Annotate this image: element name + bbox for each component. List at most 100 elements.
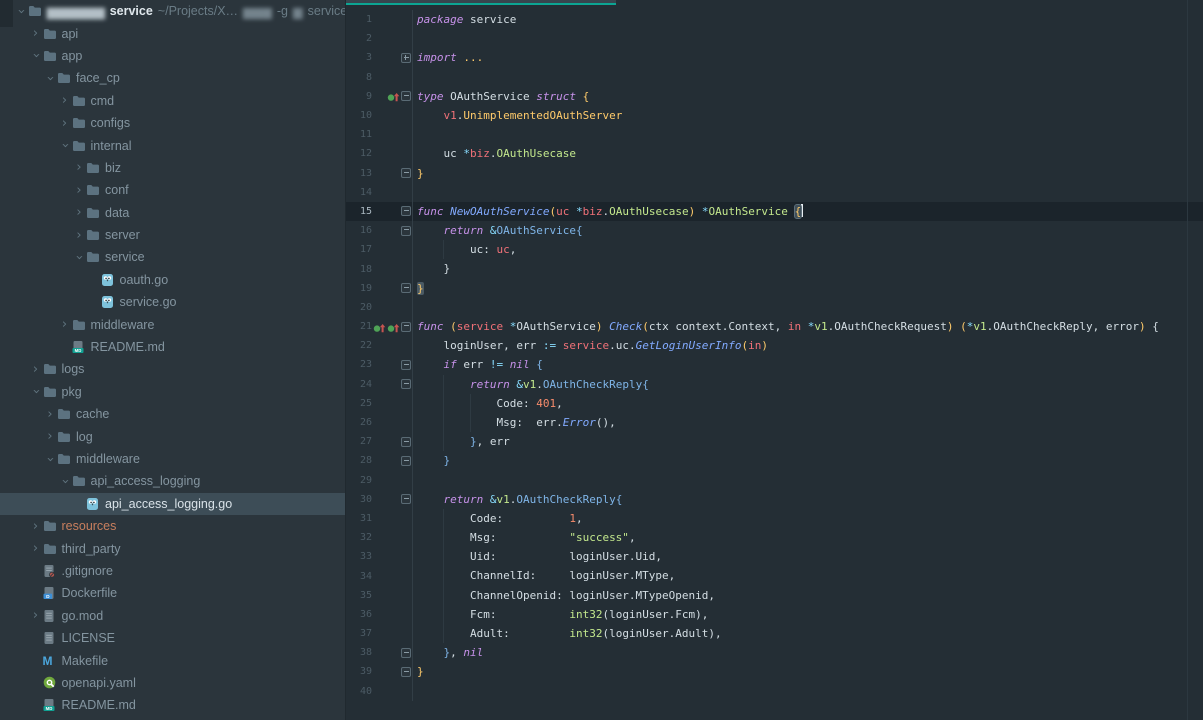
chevron-right-icon[interactable]: › — [72, 184, 86, 197]
fold-marker[interactable] — [401, 206, 411, 216]
chevron-down-icon[interactable]: › — [29, 49, 42, 63]
implements-icon[interactable] — [373, 321, 386, 333]
chevron-down-icon[interactable]: › — [15, 4, 28, 18]
chevron-down-icon[interactable]: › — [58, 474, 71, 488]
code-text[interactable]: Code: 401, — [413, 394, 1203, 413]
code-text[interactable]: }, nil — [413, 643, 1203, 662]
tree-item-oauth.go[interactable]: oauth.go — [0, 269, 345, 291]
code-text[interactable]: return &OAuthService{ — [413, 221, 1203, 240]
code-text[interactable]: }, err — [413, 432, 1203, 451]
tree-item-configs[interactable]: ›configs — [0, 112, 345, 134]
tree-item-internal[interactable]: ›internal — [0, 134, 345, 156]
tree-item-Dockerfile[interactable]: DDockerfile — [0, 582, 345, 604]
chevron-down-icon[interactable]: › — [44, 71, 57, 85]
chevron-down-icon[interactable]: › — [73, 250, 86, 264]
fold-expand-marker[interactable] — [401, 53, 411, 63]
code-text[interactable]: import ... — [413, 48, 1203, 67]
fold-marker[interactable] — [401, 494, 411, 504]
code-text[interactable]: v1.UnimplementedOAuthServer — [413, 106, 1203, 125]
code-text[interactable]: } — [413, 662, 1203, 681]
chevron-right-icon[interactable]: › — [58, 117, 72, 130]
chevron-right-icon[interactable]: › — [72, 161, 86, 174]
tree-item-server[interactable]: ›server — [0, 224, 345, 246]
code-text[interactable]: Msg: "success", — [413, 528, 1203, 547]
tree-item-openapi.yaml[interactable]: openapi.yaml — [0, 672, 345, 694]
tree-item-Makefile[interactable]: MMakefile — [0, 649, 345, 671]
chevron-down-icon[interactable]: › — [58, 139, 71, 153]
editor[interactable]: 1package service23import ...89type OAuth… — [346, 0, 1203, 720]
implements-icon[interactable] — [387, 321, 400, 333]
tree-root[interactable]: ›▆▆▆▆▆▆service~/Projects/X…▆▆▆-g▆service — [0, 0, 345, 22]
code-text[interactable]: Code: 1, — [413, 509, 1203, 528]
tree-item-README.md[interactable]: MDREADME.md — [0, 694, 345, 716]
implements-icon[interactable] — [387, 90, 400, 102]
code-text[interactable]: Adult: int32(loginUser.Adult), — [413, 624, 1203, 643]
fold-marker[interactable] — [401, 360, 411, 370]
code-text[interactable]: return &v1.OAuthCheckReply{ — [413, 375, 1203, 394]
chevron-right-icon[interactable]: › — [29, 609, 43, 622]
tree-item-service.go[interactable]: service.go — [0, 291, 345, 313]
code-text[interactable]: uc: uc, — [413, 240, 1203, 259]
chevron-right-icon[interactable]: › — [58, 318, 72, 331]
chevron-right-icon[interactable]: › — [43, 430, 57, 443]
tree-item-pkg[interactable]: ›pkg — [0, 381, 345, 403]
tree-item-README.md[interactable]: MDREADME.md — [0, 336, 345, 358]
tree-item-conf[interactable]: ›conf — [0, 179, 345, 201]
code-text[interactable]: } — [413, 279, 1203, 298]
fold-marker[interactable] — [401, 648, 411, 658]
tree-item-api_access_logging[interactable]: ›api_access_logging — [0, 470, 345, 492]
code-text[interactable]: } — [413, 259, 1203, 278]
code-text[interactable]: Uid: loginUser.Uid, — [413, 547, 1203, 566]
tree-item-api[interactable]: ›api — [0, 22, 345, 44]
fold-marker[interactable] — [401, 322, 411, 332]
code-text[interactable]: package service — [413, 10, 1203, 29]
code-text[interactable]: uc *biz.OAuthUsecase — [413, 144, 1203, 163]
tree-item-api_access_logging.go[interactable]: api_access_logging.go — [0, 493, 345, 515]
code-text[interactable]: type OAuthService struct { — [413, 87, 1203, 106]
fold-marker[interactable] — [401, 168, 411, 178]
code-text[interactable]: } — [413, 451, 1203, 470]
fold-marker[interactable] — [401, 667, 411, 677]
chevron-right-icon[interactable]: › — [72, 229, 86, 242]
tree-item-logs[interactable]: ›logs — [0, 358, 345, 380]
tree-item-cache[interactable]: ›cache — [0, 403, 345, 425]
code-text[interactable]: ChannelOpenid: loginUser.MTypeOpenid, — [413, 586, 1203, 605]
chevron-right-icon[interactable]: › — [29, 363, 43, 376]
tree-item-app[interactable]: ›app — [0, 45, 345, 67]
fold-marker[interactable] — [401, 283, 411, 293]
tree-item-cmd[interactable]: ›cmd — [0, 90, 345, 112]
tree-item-resources[interactable]: ›resources — [0, 515, 345, 537]
fold-marker[interactable] — [401, 91, 411, 101]
code-text[interactable]: } — [413, 164, 1203, 183]
chevron-right-icon[interactable]: › — [58, 94, 72, 107]
tree-item-log[interactable]: ›log — [0, 425, 345, 447]
tree-item-middleware[interactable]: ›middleware — [0, 313, 345, 335]
chevron-right-icon[interactable]: › — [29, 520, 43, 533]
code-text[interactable]: return &v1.OAuthCheckReply{ — [413, 490, 1203, 509]
code-text[interactable]: loginUser, err := service.uc.GetLoginUse… — [413, 336, 1203, 355]
implements-gutter-icons[interactable] — [375, 90, 400, 102]
code-text[interactable]: Msg: err.Error(), — [413, 413, 1203, 432]
chevron-down-icon[interactable]: › — [29, 385, 42, 399]
code-text[interactable]: Fcm: int32(loginUser.Fcm), — [413, 605, 1203, 624]
tree-item-go.mod[interactable]: ›go.mod — [0, 605, 345, 627]
code-text[interactable]: func NewOAuthService(uc *biz.OAuthUsecas… — [413, 202, 1203, 221]
chevron-right-icon[interactable]: › — [29, 542, 43, 555]
tree-item-biz[interactable]: ›biz — [0, 157, 345, 179]
chevron-down-icon[interactable]: › — [44, 452, 57, 466]
tree-item-third_party[interactable]: ›third_party — [0, 537, 345, 559]
tree-item-middleware[interactable]: ›middleware — [0, 448, 345, 470]
code-text[interactable]: ChannelId: loginUser.MType, — [413, 566, 1203, 585]
tree-item-face_cp[interactable]: ›face_cp — [0, 67, 345, 89]
code-text[interactable]: func (service *OAuthService) Check(ctx c… — [413, 317, 1203, 336]
tree-item-LICENSE[interactable]: LICENSE — [0, 627, 345, 649]
fold-marker[interactable] — [401, 226, 411, 236]
tree-item-.gitignore[interactable]: .gitignore — [0, 560, 345, 582]
fold-marker[interactable] — [401, 379, 411, 389]
implements-gutter-icons[interactable] — [375, 321, 400, 333]
tree-item-service[interactable]: ›service — [0, 246, 345, 268]
code-area[interactable]: 1package service23import ...89type OAuth… — [346, 5, 1203, 701]
chevron-right-icon[interactable]: › — [29, 27, 43, 40]
chevron-right-icon[interactable]: › — [43, 408, 57, 421]
fold-marker[interactable] — [401, 437, 411, 447]
